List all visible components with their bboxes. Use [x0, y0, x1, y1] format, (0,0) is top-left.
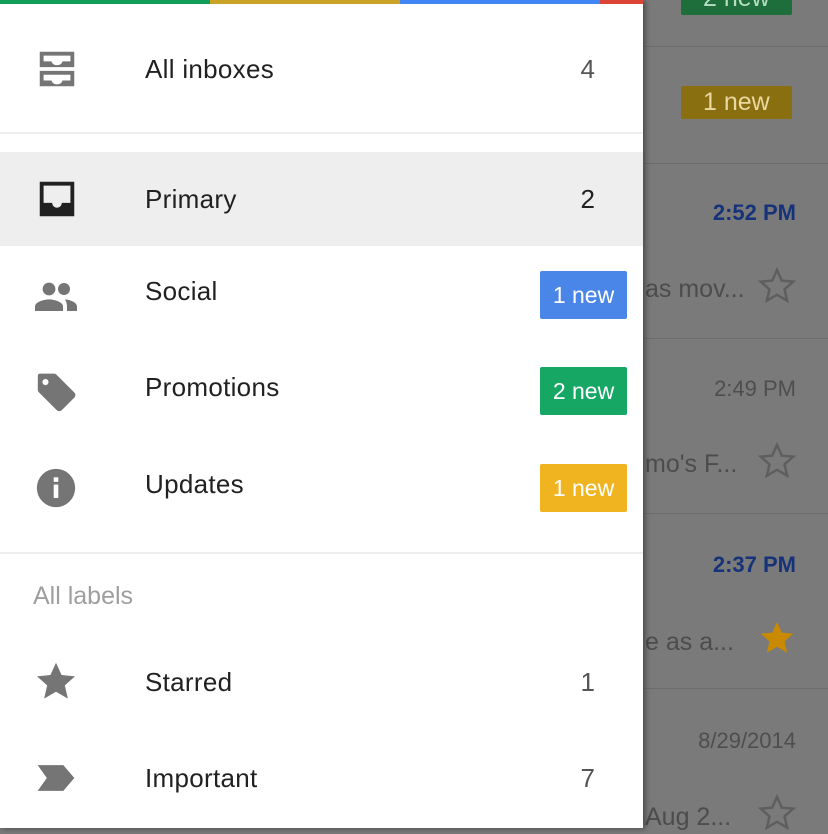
new-count-badge: 1 new — [540, 464, 627, 512]
unread-count: 2 — [580, 184, 595, 214]
divider — [0, 552, 643, 554]
list-item: 1 new — [645, 47, 828, 164]
list-item: 2 new — [645, 0, 828, 47]
star-outline-icon[interactable] — [756, 265, 798, 307]
category-badge: 1 new — [681, 86, 792, 119]
list-item — [645, 164, 828, 339]
all-inboxes-icon — [39, 51, 75, 87]
star-filled-icon[interactable] — [756, 617, 798, 659]
tag-icon — [37, 373, 76, 412]
email-time: 2:37 PM — [712, 552, 796, 577]
drawer-item-all-inboxes[interactable]: All inboxes 4 — [0, 22, 643, 118]
drawer-item-updates[interactable]: Updates 1 new — [0, 440, 643, 536]
label-count: 1 — [580, 667, 595, 697]
email-time: 2:52 PM — [712, 200, 796, 225]
drawer-item-starred[interactable]: Starred 1 — [0, 634, 643, 730]
drawer-item-social[interactable]: Social 1 new — [0, 247, 643, 343]
important-icon — [37, 765, 75, 791]
drawer-item-label: Important — [145, 763, 258, 793]
email-snippet: e as a... — [645, 628, 734, 656]
drawer-item-label: Primary — [145, 184, 237, 214]
section-header: All labels — [33, 582, 134, 610]
divider — [0, 132, 643, 134]
account-header-strip — [0, 0, 643, 4]
drawer-item-label: Updates — [145, 469, 244, 499]
drawer-item-primary[interactable]: Primary 2 — [0, 152, 643, 246]
email-time: 2:49 PM — [714, 376, 796, 401]
unread-count: 4 — [580, 54, 595, 84]
info-icon — [36, 468, 76, 508]
list-item — [645, 514, 828, 689]
email-snippet: mo's F... — [645, 450, 738, 478]
drawer-item-label: Starred — [145, 667, 233, 697]
drawer-item-label: Social — [145, 276, 218, 306]
new-count-badge: 2 new — [540, 367, 627, 415]
navigation-drawer: All inboxes 4 Primary 2 Social 1 new Pro… — [0, 0, 643, 828]
people-icon — [35, 282, 77, 311]
new-count-badge: 1 new — [540, 271, 627, 319]
drawer-item-important[interactable]: Important 7 — [0, 730, 643, 826]
inbox-icon — [39, 181, 75, 217]
star-outline-icon[interactable] — [756, 440, 798, 482]
drawer-item-label: Promotions — [145, 372, 280, 402]
label-count: 7 — [580, 763, 595, 793]
email-snippet: as mov... — [645, 275, 745, 303]
category-badge: 2 new — [681, 0, 792, 15]
drawer-item-promotions[interactable]: Promotions 2 new — [0, 343, 643, 439]
email-time: 8/29/2014 — [698, 728, 796, 753]
drawer-item-label: All inboxes — [145, 54, 275, 84]
star-icon — [37, 662, 75, 699]
list-item — [645, 339, 828, 514]
